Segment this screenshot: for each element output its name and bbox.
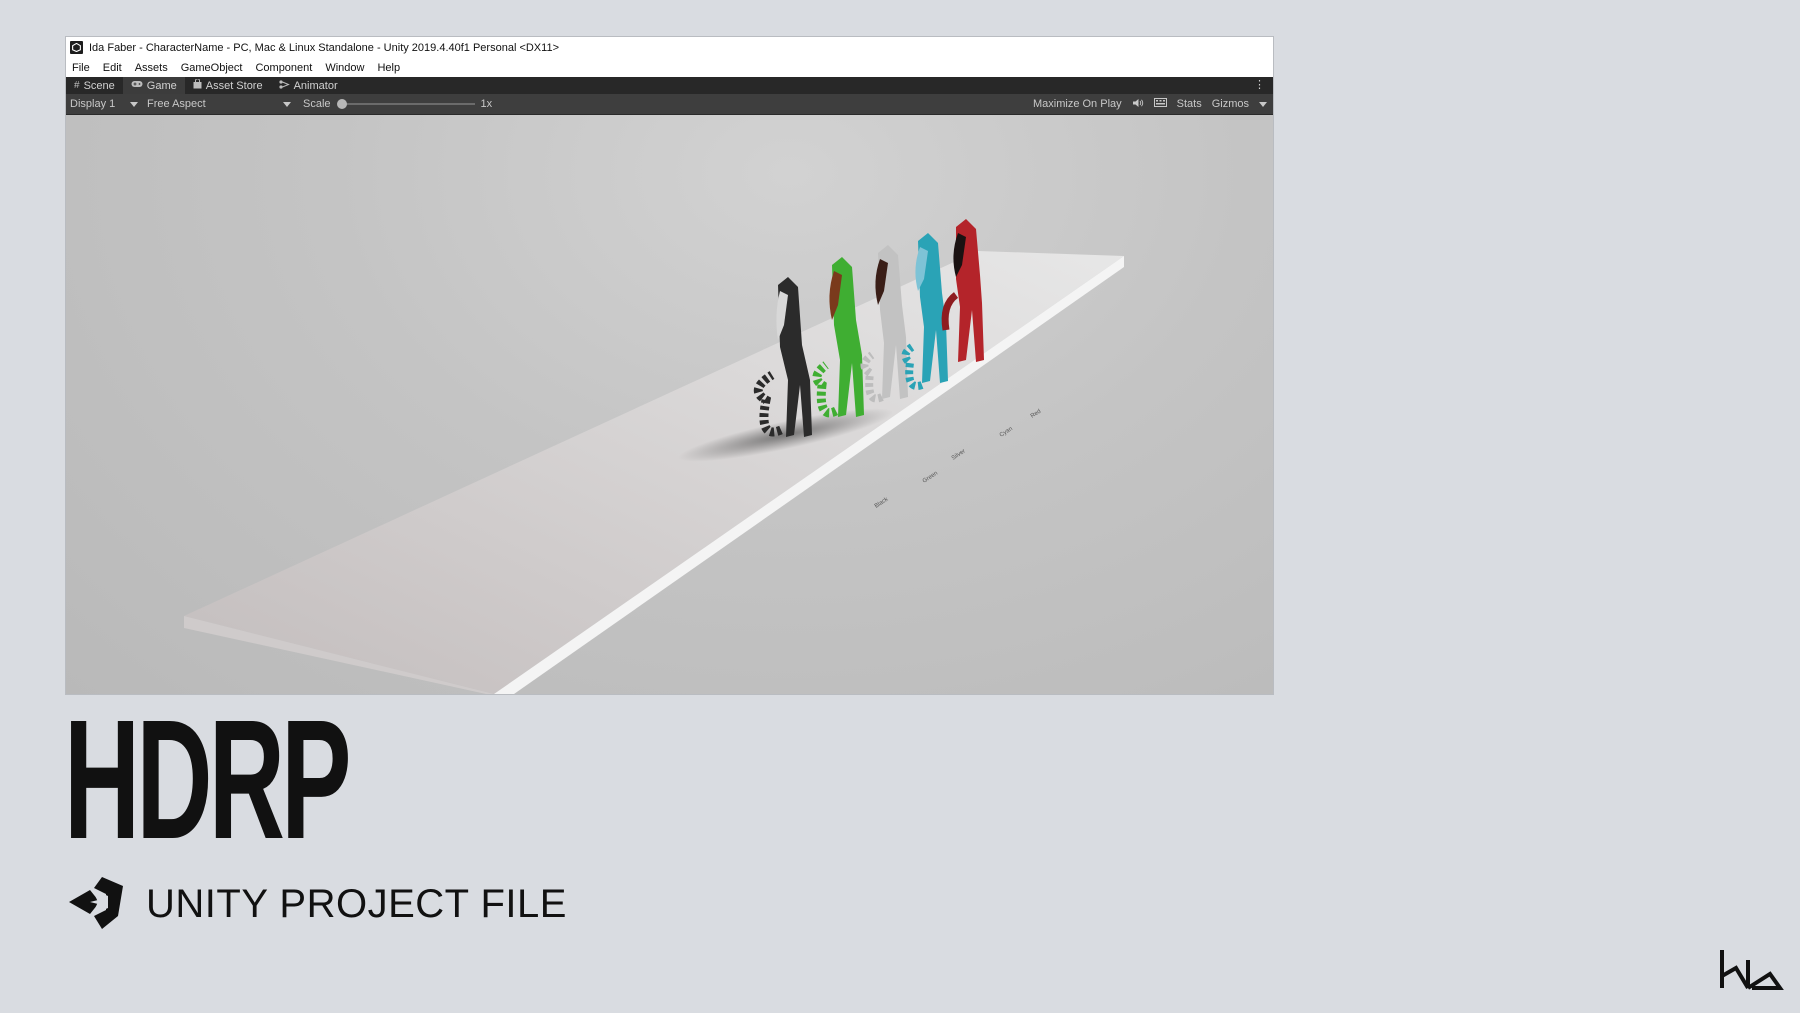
menu-bar: File Edit Assets GameObject Component Wi…: [66, 58, 1273, 77]
unity-logo-icon: [66, 872, 126, 937]
scale-slider-handle[interactable]: [336, 99, 347, 109]
tab-asset-store-label: Asset Store: [205, 79, 263, 92]
scene-render: Black Green Silver Cyan Red: [184, 219, 1124, 694]
bag-icon: [193, 78, 202, 92]
game-viewport[interactable]: Black Green Silver Cyan Red: [66, 115, 1273, 694]
label-cyan: Cyan: [999, 426, 1014, 439]
label-silver: Silver: [951, 448, 967, 461]
tab-scene[interactable]: # Scene: [66, 77, 123, 94]
unity-app-icon: [70, 41, 83, 54]
headline-hdrp: HDRP: [64, 685, 351, 875]
editor-tab-bar: # Scene Game Asset Store Animator ⋮: [66, 77, 1273, 94]
label-black: Black: [874, 496, 890, 510]
ida-logo: [1718, 946, 1784, 997]
aspect-dropdown-value: Free Aspect: [147, 98, 206, 110]
title-bar: Ida Faber - CharacterName - PC, Mac & Li…: [66, 37, 1273, 58]
label-red: Red: [1030, 409, 1043, 420]
platform: [184, 251, 1124, 694]
tab-game[interactable]: Game: [122, 77, 185, 94]
tab-asset-store[interactable]: Asset Store: [185, 77, 271, 94]
menu-assets[interactable]: Assets: [135, 62, 168, 74]
maximize-on-play-toggle[interactable]: Maximize On Play: [1033, 98, 1122, 110]
gizmos-toggle[interactable]: Gizmos: [1212, 98, 1249, 110]
keyboard-shortcuts-icon[interactable]: [1153, 98, 1167, 110]
unity-project-label: UNITY PROJECT FILE: [66, 872, 567, 937]
scale-slider[interactable]: [336, 99, 475, 109]
toolbar-right-group: Maximize On Play Stats Gizmos: [1033, 94, 1267, 114]
unity-project-file-text: UNITY PROJECT FILE: [146, 882, 567, 926]
label-green: Green: [922, 471, 939, 485]
window-title: Ida Faber - CharacterName - PC, Mac & Li…: [89, 41, 559, 54]
aspect-dropdown[interactable]: Free Aspect: [143, 94, 293, 114]
menu-edit[interactable]: Edit: [103, 62, 122, 74]
scale-value: 1x: [480, 98, 493, 110]
more-options-icon[interactable]: ⋮: [1254, 77, 1265, 94]
gamepad-icon: [131, 80, 143, 91]
animator-icon: [278, 79, 290, 92]
tab-animator-label: Animator: [293, 79, 338, 92]
tab-game-label: Game: [146, 79, 177, 92]
tab-animator[interactable]: Animator: [271, 77, 346, 94]
menu-help[interactable]: Help: [377, 62, 400, 74]
menu-component[interactable]: Component: [255, 62, 312, 74]
game-view-toolbar: Display 1 Free Aspect Scale 1x Maximize …: [66, 94, 1273, 115]
menu-file[interactable]: File: [72, 62, 90, 74]
gizmos-chevron-down-icon[interactable]: [1259, 101, 1267, 107]
chevron-down-icon: [130, 101, 138, 107]
display-dropdown-value: Display 1: [70, 98, 116, 110]
display-dropdown[interactable]: Display 1: [66, 94, 140, 114]
scale-label: Scale: [303, 98, 331, 110]
stats-toggle[interactable]: Stats: [1177, 98, 1202, 110]
chevron-down-icon: [283, 101, 291, 107]
mute-audio-icon[interactable]: [1132, 98, 1144, 111]
tab-scene-label: Scene: [83, 79, 115, 92]
grid-icon: #: [74, 80, 80, 91]
menu-window[interactable]: Window: [325, 62, 364, 74]
menu-gameobject[interactable]: GameObject: [181, 62, 243, 74]
unity-editor-window: Ida Faber - CharacterName - PC, Mac & Li…: [66, 37, 1273, 694]
